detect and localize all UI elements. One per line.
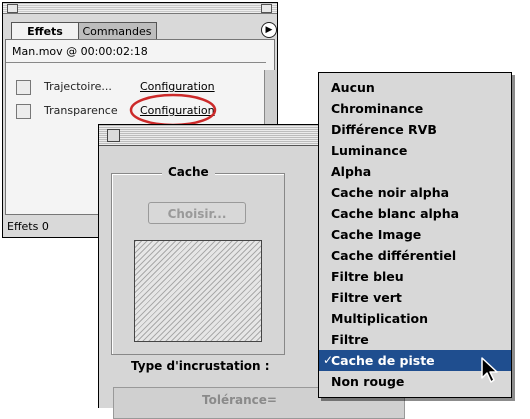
menu-item-alpha[interactable]: Alpha (319, 161, 511, 182)
zoom-box-icon[interactable] (261, 4, 272, 13)
cache-group-box: Cache Choisir... (111, 165, 285, 355)
menu-item-difference-rvb[interactable]: Différence RVB (319, 119, 511, 140)
menu-item-filtre-vert[interactable]: Filtre vert (319, 287, 511, 308)
menu-item-chrominance[interactable]: Chrominance (319, 98, 511, 119)
cache-group-title: Cache (162, 165, 215, 179)
key-type-label: Type d'incrustation : (131, 359, 270, 373)
key-type-popup-menu: Aucun Chrominance Différence RVB Luminan… (318, 72, 512, 398)
menu-item-multiplication[interactable]: Multiplication (319, 308, 511, 329)
menu-item-luminance[interactable]: Luminance (319, 140, 511, 161)
cache-preview-image (134, 240, 262, 342)
tab-commandes[interactable]: Commandes (77, 22, 157, 39)
menu-item-cache-differentiel[interactable]: Cache différentiel (319, 245, 511, 266)
menu-item-cache-noir-alpha[interactable]: Cache noir alpha (319, 182, 511, 203)
tab-effets[interactable]: Effets (11, 22, 79, 39)
tolerance-label: Tolérance= (202, 393, 277, 407)
menu-item-cache-blanc-alpha[interactable]: Cache blanc alpha (319, 203, 511, 224)
palette-tabs: Commandes Effets ▶ (3, 14, 277, 39)
effect-name-label: Transparence (44, 104, 118, 117)
effect-toggle-checkbox[interactable] (16, 80, 31, 95)
highlight-ellipse (129, 93, 217, 127)
close-box-icon[interactable] (107, 129, 120, 142)
menu-item-filtre[interactable]: Filtre (319, 329, 511, 350)
arrow-cursor-icon (481, 357, 498, 383)
menu-item-aucun[interactable]: Aucun (319, 77, 511, 98)
palette-titlebar[interactable] (3, 3, 277, 14)
divider (6, 62, 266, 63)
choose-button[interactable]: Choisir... (148, 202, 246, 224)
clip-info-label: Man.mov @ 00:00:02:18 (12, 45, 148, 58)
menu-item-cache-image[interactable]: Cache Image (319, 224, 511, 245)
effect-toggle-checkbox[interactable] (16, 104, 31, 119)
checkmark-icon: ✓ (323, 353, 334, 367)
menu-item-filtre-bleu[interactable]: Filtre bleu (319, 266, 511, 287)
menu-item-label: Cache de piste (331, 353, 435, 368)
close-box-icon[interactable] (7, 4, 18, 13)
effect-name-label: Trajectoire... (44, 80, 112, 93)
triangle-right-icon[interactable]: ▶ (261, 22, 277, 38)
